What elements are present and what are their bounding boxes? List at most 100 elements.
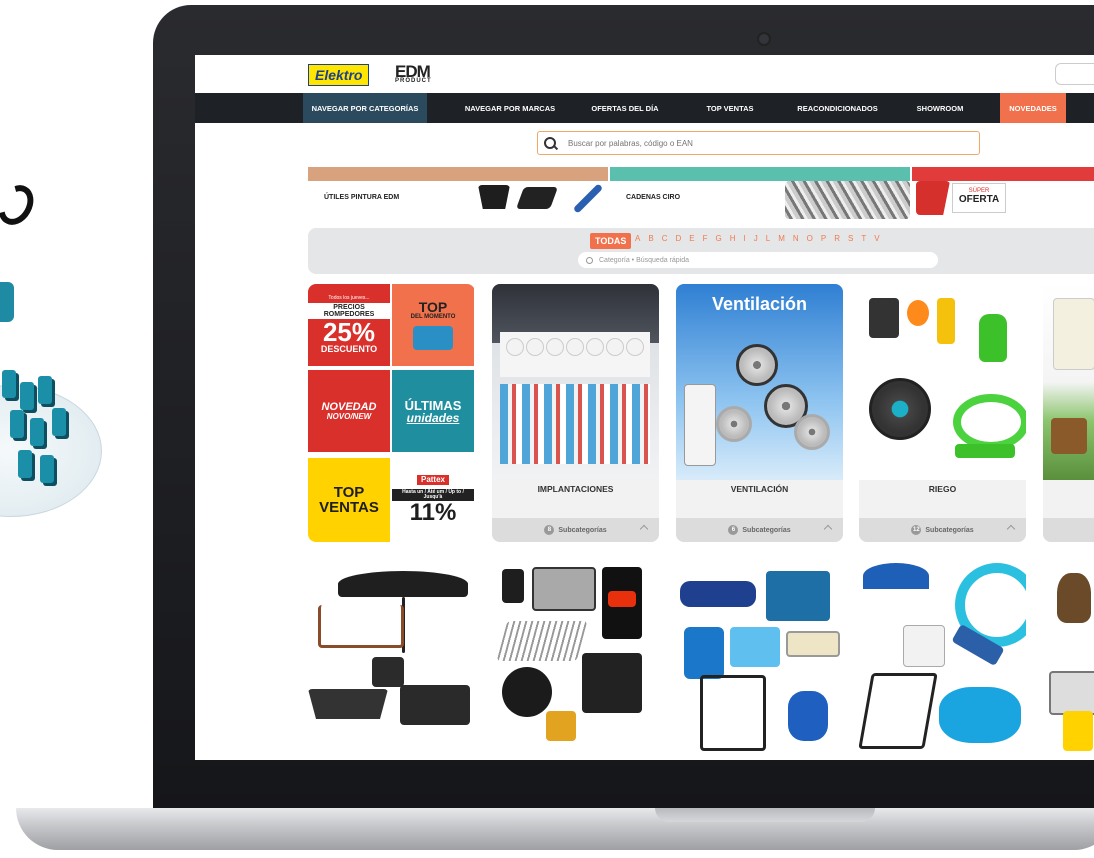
camping-table-image bbox=[786, 631, 840, 657]
plate-image bbox=[606, 338, 624, 356]
fire-image bbox=[608, 591, 636, 607]
owl-decoy-image bbox=[1057, 573, 1091, 623]
banner-super-oferta[interactable]: SÚPER OFERTA bbox=[912, 167, 1094, 219]
subcategories-toggle[interactable]: 12 Subcategorías bbox=[859, 518, 1026, 542]
letter-e[interactable]: E bbox=[689, 234, 694, 243]
nav-novedades[interactable]: NOVEDADES bbox=[1000, 93, 1066, 123]
letter-c[interactable]: C bbox=[662, 234, 668, 243]
chlorine-bucket-image bbox=[903, 625, 945, 667]
header-account-box[interactable] bbox=[1055, 63, 1094, 85]
nav-reacondicionados[interactable]: REACONDICIONADOS bbox=[790, 93, 885, 123]
letter-f[interactable]: F bbox=[703, 234, 708, 243]
letter-n[interactable]: N bbox=[793, 234, 799, 243]
banner-cadenas-ciro[interactable]: CADENAS CIRO bbox=[610, 167, 910, 219]
elektro-logo[interactable]: Elektro bbox=[308, 64, 370, 86]
letter-d[interactable]: D bbox=[675, 234, 681, 243]
browser-screen: Elektro EDM PRODUCT NAVEGAR POR CATEGORÍ… bbox=[195, 55, 1094, 760]
promo-precios-rompedores[interactable]: Todos los jueves... PRECIOS ROMPEDORES 2… bbox=[308, 284, 390, 366]
category-card-barbacoas[interactable] bbox=[492, 561, 659, 760]
letter-t[interactable]: T bbox=[861, 234, 866, 243]
letter-a[interactable]: A bbox=[635, 234, 640, 243]
drill-icon bbox=[20, 382, 34, 410]
subcategories-toggle[interactable]: 8 Subcategorías bbox=[492, 518, 659, 542]
category-image bbox=[492, 561, 659, 760]
subcategories-toggle[interactable] bbox=[1043, 518, 1094, 542]
search-input[interactable] bbox=[566, 137, 950, 149]
promo-top-momento[interactable]: TOP DEL MOMENTO bbox=[392, 284, 474, 366]
barbecue-image bbox=[582, 653, 642, 713]
bistro-set-image bbox=[318, 605, 404, 648]
paint-brush-image bbox=[572, 183, 604, 214]
charcoal-box-image bbox=[546, 711, 576, 741]
filter-todas-button[interactable]: TODAS bbox=[590, 233, 632, 249]
category-card-camping[interactable] bbox=[676, 561, 843, 760]
letter-v[interactable]: V bbox=[874, 234, 879, 243]
pool-image bbox=[939, 687, 1021, 743]
parasol-image bbox=[338, 571, 468, 597]
search-icon[interactable] bbox=[544, 137, 556, 149]
subcategories-toggle[interactable]: 6 Subcategorías bbox=[676, 518, 843, 542]
letter-j[interactable]: J bbox=[754, 234, 758, 243]
insect-killer-image bbox=[1049, 671, 1094, 715]
promo-top-ventas[interactable]: TOP VENTAS bbox=[308, 458, 390, 542]
sofa-image bbox=[400, 685, 470, 725]
drill-icon bbox=[18, 450, 32, 478]
plate-image bbox=[526, 338, 544, 356]
letter-o[interactable]: O bbox=[807, 234, 813, 243]
category-image bbox=[1043, 561, 1094, 760]
nav-marcas[interactable]: NAVEGAR POR MARCAS bbox=[455, 93, 565, 123]
repellent-image bbox=[1063, 711, 1093, 751]
awning-image bbox=[308, 689, 388, 719]
quick-search-input[interactable]: Categoría • Búsqueda rápida bbox=[578, 252, 938, 268]
plate-image bbox=[566, 338, 584, 356]
letter-p[interactable]: P bbox=[821, 234, 826, 243]
category-card-muebles-jardin[interactable] bbox=[308, 561, 475, 760]
edm-logo[interactable]: EDM PRODUCT bbox=[395, 62, 432, 84]
fan-image bbox=[794, 414, 830, 450]
letter-r[interactable]: R bbox=[834, 234, 840, 243]
banner-utiles-pintura[interactable]: ÚTILES PINTURA EDM bbox=[308, 167, 608, 219]
search-icon bbox=[586, 256, 593, 264]
euro-badge-icon bbox=[916, 181, 950, 215]
chevron-up-icon bbox=[639, 524, 649, 534]
letter-l[interactable]: L bbox=[766, 234, 770, 243]
site-header: Elektro EDM PRODUCT bbox=[195, 55, 1094, 93]
hose-fittings-image bbox=[955, 444, 1015, 458]
category-card-riego[interactable]: RIEGO 12 Subcategorías bbox=[859, 284, 1026, 542]
category-card-implantaciones[interactable]: IMPLANTACIONES 8 Subcategorías bbox=[492, 284, 659, 542]
category-card-plagas[interactable] bbox=[1043, 561, 1094, 760]
search-bar[interactable] bbox=[537, 131, 980, 155]
letter-s[interactable]: S bbox=[848, 234, 853, 243]
promo-ultimas-unidades[interactable]: ÚLTIMAS unidades bbox=[392, 370, 474, 452]
beach-umbrella-image bbox=[863, 563, 929, 589]
letter-m[interactable]: M bbox=[778, 234, 785, 243]
drill-icon bbox=[38, 376, 52, 404]
nav-ofertas[interactable]: OFERTAS DEL DÍA bbox=[585, 93, 665, 123]
nav-showroom[interactable]: SHOWROOM bbox=[905, 93, 975, 123]
category-card-piscinas[interactable] bbox=[859, 561, 1026, 760]
firepit-image bbox=[502, 667, 552, 717]
promo-novedad[interactable]: NOVEDAD NOVO/NEW bbox=[308, 370, 390, 452]
letter-b[interactable]: B bbox=[648, 234, 653, 243]
camping-chair-image bbox=[700, 675, 766, 751]
chain-image bbox=[785, 181, 910, 219]
category-card-ventilacion[interactable]: Ventilación VENTILACIÓN 6 Subcategorías bbox=[676, 284, 843, 542]
laptop-base bbox=[16, 808, 1094, 850]
main-nav: NAVEGAR POR CATEGORÍAS NAVEGAR POR MARCA… bbox=[195, 93, 1094, 123]
promo-pattex[interactable]: Pattex Hasta un / Até um / Up to / Jusqu… bbox=[392, 458, 474, 542]
letter-g[interactable]: G bbox=[715, 234, 721, 243]
chevron-up-icon bbox=[1006, 524, 1016, 534]
laptop-notch bbox=[655, 808, 875, 822]
timer-image bbox=[869, 298, 899, 338]
nav-top-ventas[interactable]: TOP VENTAS bbox=[695, 93, 765, 123]
letter-h[interactable]: H bbox=[730, 234, 736, 243]
category-image bbox=[859, 561, 1026, 760]
banner-color-bar bbox=[912, 167, 1094, 181]
letter-i[interactable]: I bbox=[744, 234, 746, 243]
drill-icon bbox=[40, 455, 54, 483]
nav-categorias[interactable]: NAVEGAR POR CATEGORÍAS bbox=[303, 93, 427, 123]
category-card-partial[interactable] bbox=[1043, 284, 1094, 542]
curl-decoration bbox=[0, 178, 41, 232]
hose-reel-image bbox=[907, 300, 929, 326]
tarp-image bbox=[766, 571, 830, 621]
